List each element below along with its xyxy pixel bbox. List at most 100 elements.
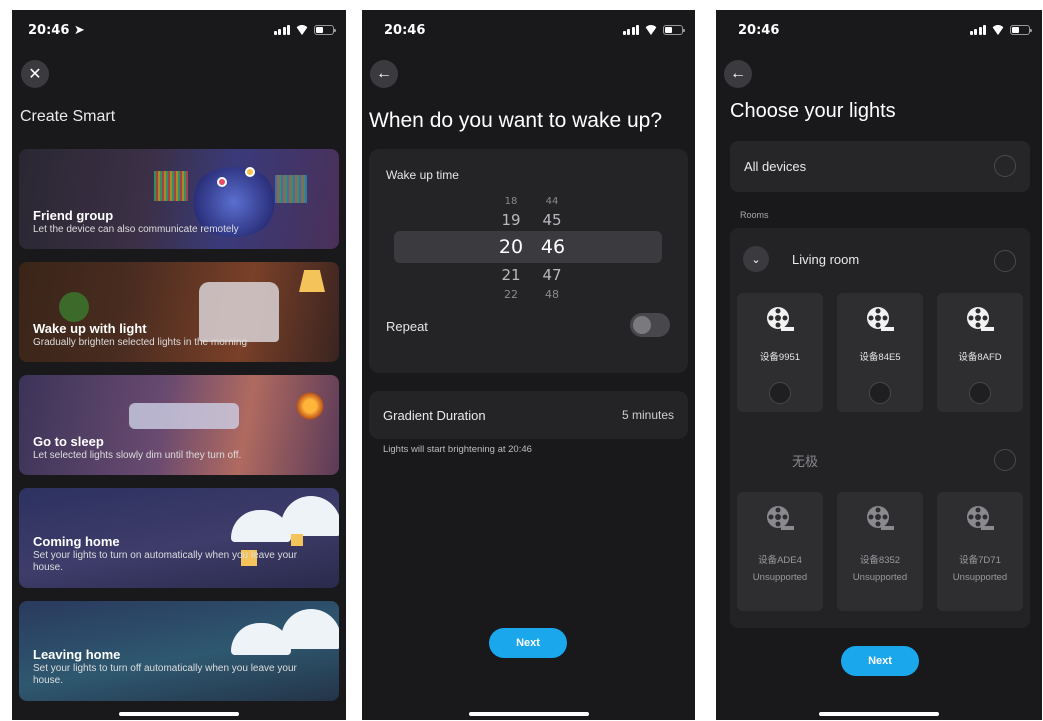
scene-description: Let the device can also communicate remo…: [33, 224, 239, 235]
room-radio[interactable]: [994, 250, 1016, 272]
signal-icon: [273, 25, 290, 35]
device-tile[interactable]: 设备84E5: [837, 293, 923, 412]
device-name: 设备8AFD: [958, 352, 1002, 363]
repeat-toggle[interactable]: [630, 313, 670, 337]
device-radio[interactable]: [769, 382, 791, 404]
home-indicator[interactable]: [819, 712, 939, 716]
signal-icon: [622, 25, 639, 35]
scene-name: Coming home: [33, 534, 120, 549]
room-name: Living room: [792, 252, 860, 267]
status-time: 20:46: [738, 23, 780, 38]
all-devices-radio[interactable]: [994, 155, 1016, 177]
scene-card-friend-group[interactable]: Friend group Let the device can also com…: [19, 149, 339, 249]
device-name: 设备84E5: [859, 352, 901, 363]
location-arrow-icon: ➤: [73, 23, 85, 38]
wifi-icon: [644, 25, 658, 35]
close-icon: ✕: [28, 66, 42, 83]
device-name: 设备8352: [859, 555, 901, 566]
picker-item-selected[interactable]: 46: [535, 236, 571, 258]
wake-time-card: Wake up time 18 19 20 21 22 44 45 46 47 …: [369, 149, 688, 373]
battery-icon: [663, 25, 685, 35]
back-arrow-icon: ←: [376, 65, 392, 82]
page-title: Choose your lights: [730, 100, 896, 122]
scene-card-coming-home[interactable]: Coming home Set your lights to turn on a…: [19, 488, 339, 588]
scene-card-go-to-sleep[interactable]: Go to sleep Let selected lights slowly d…: [19, 375, 339, 475]
light-strip-reel-icon: [867, 307, 894, 331]
sub-room-radio[interactable]: [994, 449, 1016, 471]
status-time: 20:46: [384, 23, 426, 38]
location-pin-icon: [245, 167, 255, 177]
scene-list: Friend group Let the device can also com…: [19, 149, 339, 714]
expand-room-button[interactable]: ⌄: [743, 246, 769, 272]
scene-name: Wake up with light: [33, 321, 147, 336]
device-name: 设备7D71: [959, 555, 1001, 566]
scene-card-wake-up-with-light[interactable]: Wake up with light Gradually brighten se…: [19, 262, 339, 362]
home-indicator[interactable]: [119, 712, 239, 716]
sub-room-name: 无极: [792, 454, 819, 469]
all-devices-row[interactable]: All devices: [730, 141, 1030, 192]
light-strip-reel-icon: [967, 506, 994, 530]
picker-item[interactable]: 45: [537, 211, 567, 229]
back-button[interactable]: ←: [370, 60, 398, 88]
home-indicator[interactable]: [468, 712, 589, 716]
battery-icon: [1010, 25, 1032, 35]
status-bar: 20:46 ➤: [12, 22, 346, 40]
all-devices-label: All devices: [744, 159, 807, 174]
status-time: 20:46 ➤: [28, 23, 85, 38]
next-button[interactable]: Next: [841, 646, 919, 676]
window-light-illustration: [291, 534, 303, 546]
picker-item[interactable]: 19: [496, 211, 526, 229]
battery-icon: [314, 25, 336, 35]
plant-illustration: [59, 292, 89, 322]
scene-name: Leaving home: [33, 647, 121, 662]
device-tile-unsupported: 设备7D71 Unsupported: [937, 492, 1023, 611]
light-strip-reel-icon: [867, 506, 894, 530]
picker-item[interactable]: 48: [537, 288, 567, 301]
scene-description: Let selected lights slowly dim until the…: [33, 450, 242, 461]
device-name: 设备ADE4: [758, 555, 802, 566]
device-name: 设备9951: [759, 352, 801, 363]
armchair-illustration: [199, 282, 279, 342]
snow-roof-illustration: [281, 609, 339, 649]
scene-card-leaving-home[interactable]: Leaving home Set your lights to turn off…: [19, 601, 339, 701]
wifi-icon: [991, 25, 1005, 35]
picker-item[interactable]: 22: [496, 288, 526, 301]
scene-description: Set your lights to turn on automatically…: [33, 550, 298, 573]
device-status: Unsupported: [852, 572, 908, 583]
gradient-duration-label: Gradient Duration: [383, 408, 486, 423]
picker-item[interactable]: 18: [496, 196, 526, 207]
choose-lights-screen: 20:46 ← Choose your lights All devices R…: [716, 10, 1042, 720]
lamp-illustration: [299, 270, 325, 292]
light-strip-reel-icon: [767, 307, 794, 331]
back-button[interactable]: ←: [724, 60, 752, 88]
led-panel-illustration: [154, 171, 188, 201]
wake-up-screen: 20:46 ← When do you want to wake up? Wak…: [362, 10, 695, 720]
close-button[interactable]: ✕: [21, 60, 49, 88]
led-panel-illustration: [275, 175, 307, 203]
pillow-illustration: [129, 403, 239, 429]
light-strip-reel-icon: [767, 506, 794, 530]
back-arrow-icon: ←: [730, 65, 746, 82]
scene-name: Go to sleep: [33, 434, 104, 449]
wifi-icon: [295, 25, 309, 35]
device-radio[interactable]: [869, 382, 891, 404]
picker-item-selected[interactable]: 20: [493, 236, 529, 258]
page-title: When do you want to wake up?: [369, 109, 663, 132]
chevron-down-icon: ⌄: [751, 253, 761, 266]
device-status: Unsupported: [952, 572, 1008, 583]
scene-description: Gradually brighten selected lights in th…: [33, 337, 248, 348]
page-title: Create Smart: [20, 108, 116, 125]
room-card-living-room: ⌄ Living room 设备9951 设备84E5 设备8AFD 无极 设备…: [730, 228, 1030, 628]
picker-item[interactable]: 21: [496, 266, 526, 284]
next-button[interactable]: Next: [489, 628, 567, 658]
gradient-duration-row[interactable]: Gradient Duration 5 minutes: [369, 391, 688, 439]
snow-roof-illustration: [281, 496, 339, 536]
device-radio[interactable]: [969, 382, 991, 404]
status-bar: 20:46: [362, 22, 695, 40]
brightening-note: Lights will start brightening at 20:46: [383, 444, 532, 455]
repeat-label: Repeat: [386, 319, 428, 334]
device-tile[interactable]: 设备8AFD: [937, 293, 1023, 412]
picker-item[interactable]: 44: [537, 196, 567, 207]
picker-item[interactable]: 47: [537, 266, 567, 284]
device-tile[interactable]: 设备9951: [737, 293, 823, 412]
